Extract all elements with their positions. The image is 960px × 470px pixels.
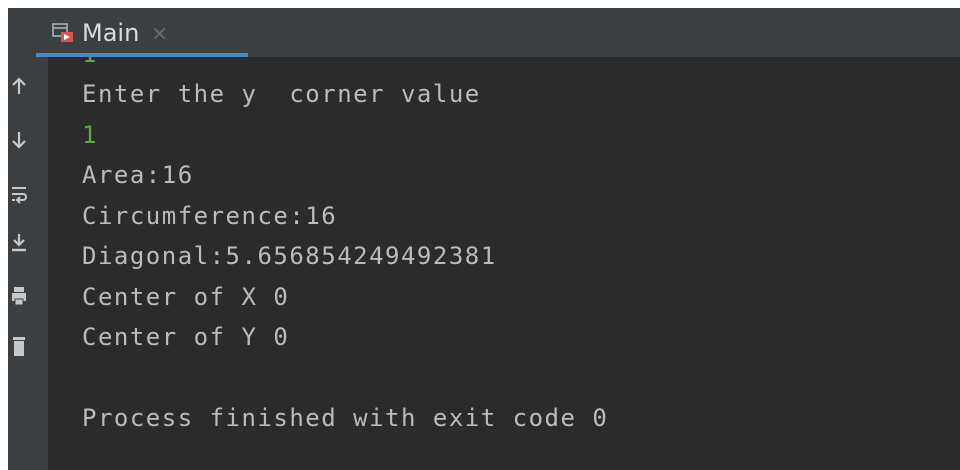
tab-main[interactable]: Main ×	[36, 8, 248, 57]
console-output[interactable]: 1 Enter the y corner value 1 Area:16 Cir…	[48, 57, 960, 470]
soft-wrap-icon[interactable]	[8, 183, 30, 209]
user-input-y: 1	[82, 121, 98, 149]
tab-bar: Main ×	[8, 8, 960, 57]
scroll-to-end-icon[interactable]	[8, 229, 30, 255]
scroll-up-icon[interactable]	[8, 73, 30, 99]
area-output: Area:16	[82, 161, 194, 189]
process-exit-message: Process finished with exit code 0	[82, 404, 609, 432]
center-x-output: Center of X 0	[82, 283, 290, 311]
circumference-output: Circumference:16	[82, 202, 338, 230]
diagonal-output: Diagonal:5.656854249492381	[82, 242, 497, 270]
scroll-down-icon[interactable]	[8, 127, 30, 153]
close-icon[interactable]: ×	[151, 23, 168, 43]
clear-all-icon[interactable]	[8, 333, 30, 359]
prompt-y-corner: Enter the y corner value	[82, 80, 481, 108]
console-toolbar	[8, 57, 48, 470]
user-input-partial: 1	[82, 57, 98, 72]
run-console-icon	[52, 22, 74, 43]
tab-label: Main	[82, 18, 140, 47]
print-icon[interactable]	[8, 283, 30, 309]
run-tool-window: Main × Enter the y corner value 1 Area:1…	[8, 8, 960, 470]
center-y-output: Center of Y 0	[82, 323, 290, 351]
